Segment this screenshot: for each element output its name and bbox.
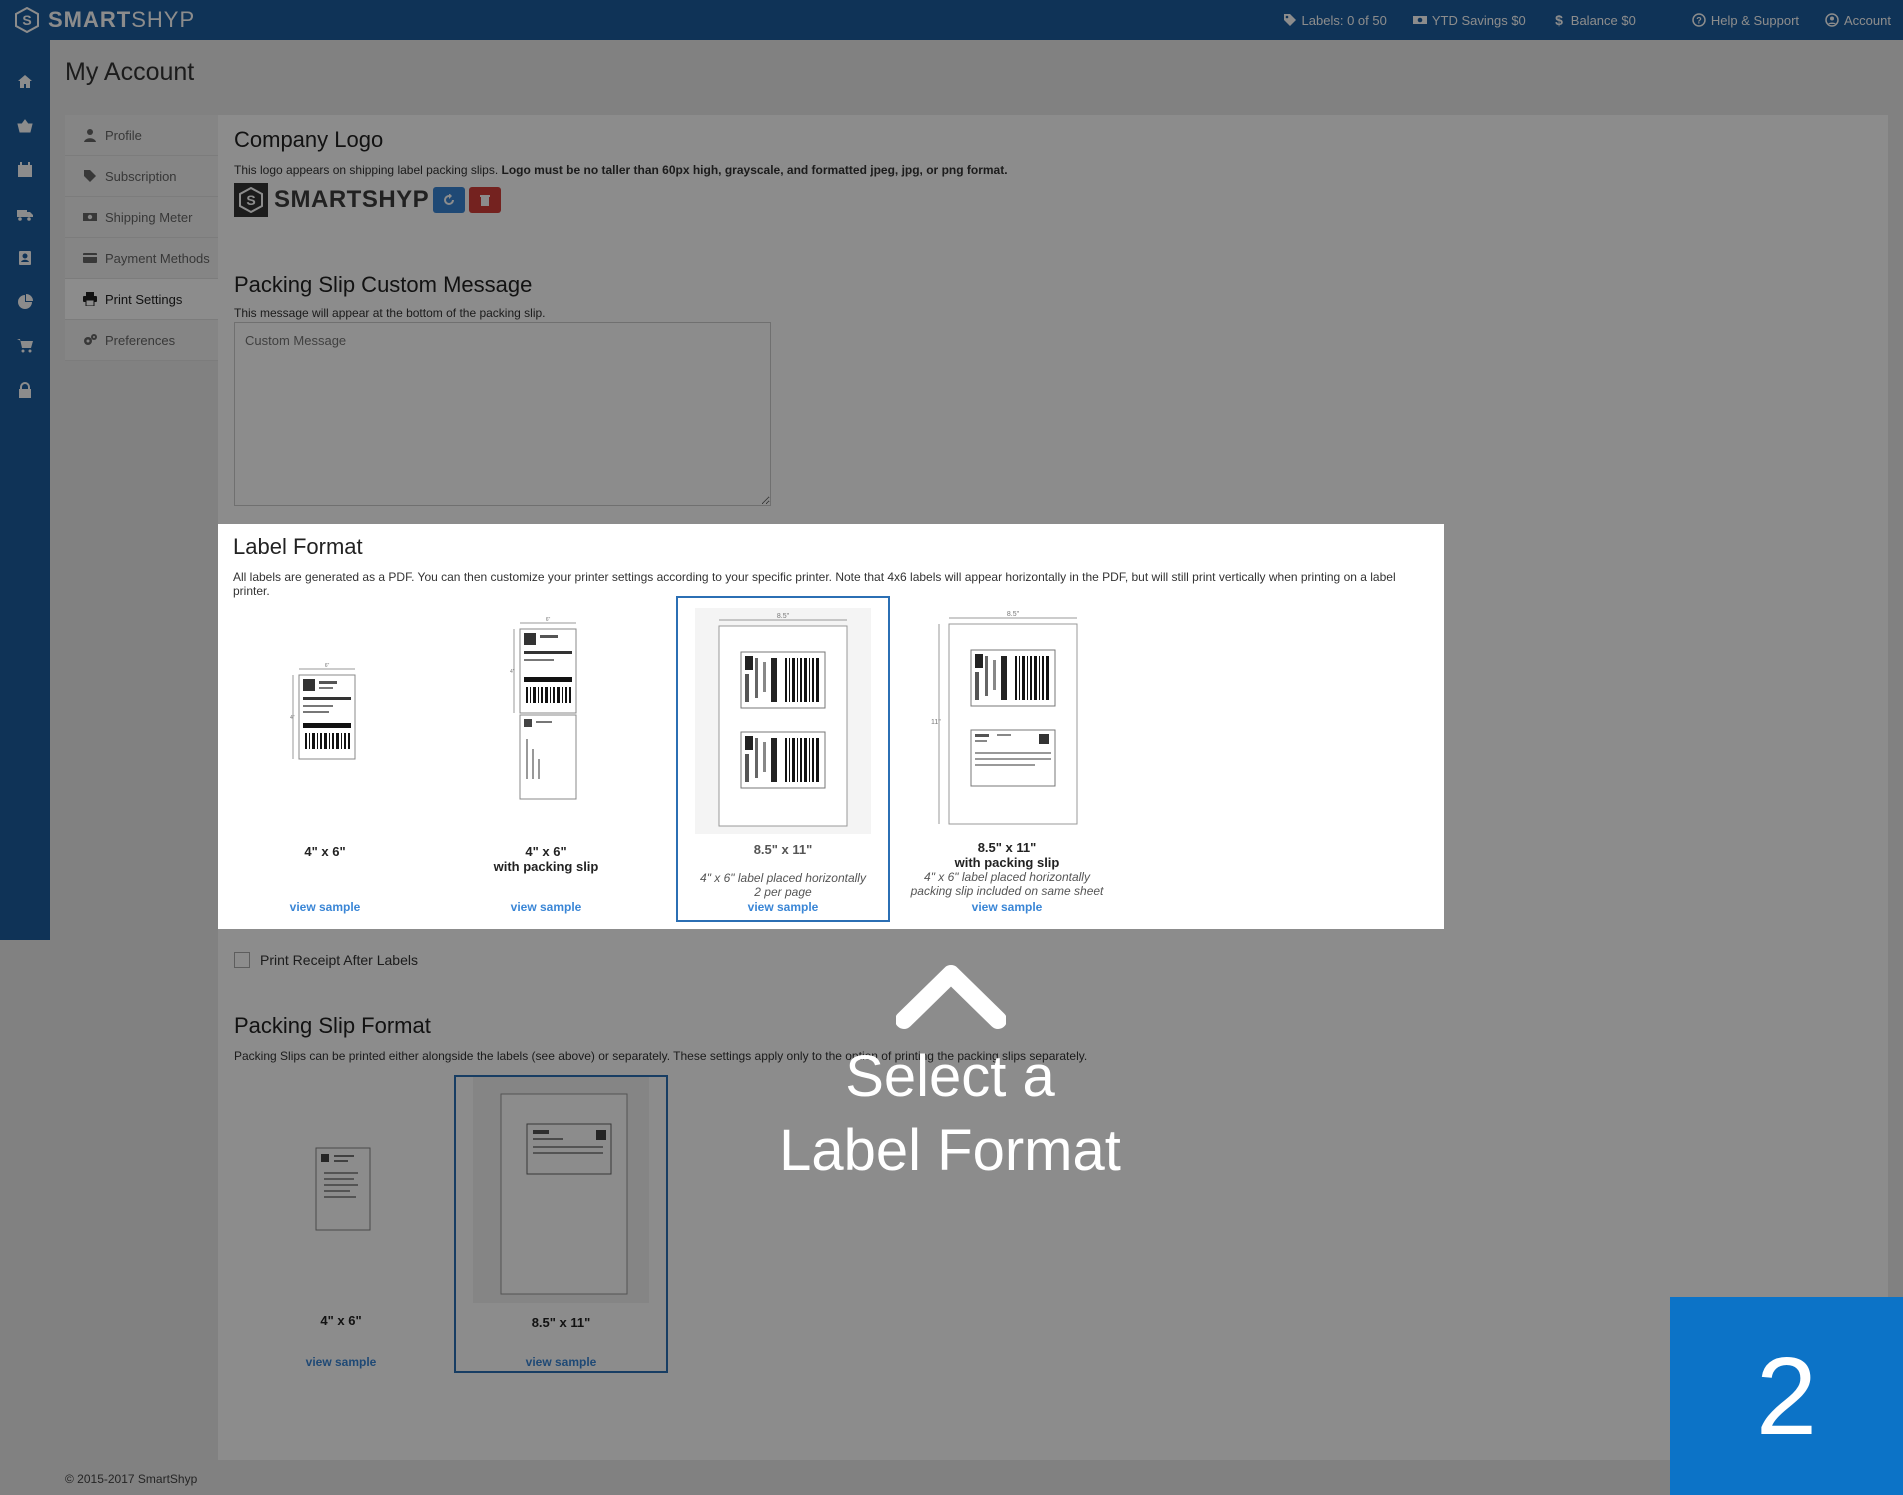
contacts-icon <box>19 251 31 265</box>
question-circle-icon: ? <box>1692 13 1706 27</box>
top-right-menu: Labels: 0 of 50 YTD Savings $0 $ Balance… <box>1283 0 1891 40</box>
help-support-link[interactable]: ? Help & Support <box>1692 13 1799 28</box>
packing-slip-8x11-thumbnail <box>473 1077 649 1303</box>
cart-icon <box>17 339 33 353</box>
ytd-savings[interactable]: YTD Savings $0 <box>1412 13 1526 28</box>
nav-item-profile[interactable]: Profile <box>65 115 218 156</box>
label-format-option-8x11-packing-slip[interactable]: 8.5" 11" 8.5" x 11" with packing slip 4" … <box>900 596 1114 922</box>
account-nav: Profile Subscription Shipping Meter Paym… <box>65 115 218 361</box>
step-number-badge: 2 <box>1670 1297 1903 1495</box>
money-icon <box>83 213 97 221</box>
money-icon <box>1412 16 1427 24</box>
label-4x6-packing-thumbnail: 6" 4" <box>458 596 634 822</box>
label-8x11-thumbnail: 8.5" <box>695 608 871 834</box>
label-format-option-4x6[interactable]: 6" 4" 4" x 6" view sample <box>218 596 432 922</box>
left-sidebar <box>0 40 50 940</box>
tag-icon <box>84 170 96 182</box>
packing-slip-4x6-thumbnail <box>253 1075 429 1301</box>
svg-text:$: $ <box>1555 13 1563 27</box>
packing-slip-option-4x6[interactable]: 4" x 6" view sample <box>234 1075 448 1373</box>
delete-logo-button[interactable] <box>469 187 502 213</box>
replace-logo-button[interactable] <box>433 187 466 213</box>
company-logo-title: Company Logo <box>234 127 384 152</box>
svg-text:6": 6" <box>546 617 551 623</box>
account-menu[interactable]: Account <box>1825 13 1891 28</box>
calendar-icon <box>18 162 32 177</box>
logo-mark: S <box>234 183 268 217</box>
sidebar-calendar[interactable] <box>0 148 50 192</box>
top-bar: S SMARTSHYP Labels: 0 of 50 YTD Savings … <box>0 0 1903 40</box>
packing-slip-format-title: Packing Slip Format <box>234 1013 431 1038</box>
page-title: My Account <box>65 58 195 86</box>
view-sample-link[interactable]: view sample <box>234 1355 448 1369</box>
print-receipt-option[interactable]: Print Receipt After Labels <box>234 952 418 968</box>
nav-item-subscription[interactable]: Subscription <box>65 156 218 197</box>
svg-text:4": 4" <box>510 669 515 675</box>
footer-copyright: © 2015-2017 SmartShyp <box>65 1472 198 1486</box>
sidebar-home[interactable] <box>0 60 50 104</box>
view-sample-link[interactable]: view sample <box>456 1355 666 1369</box>
home-icon <box>18 75 32 88</box>
label-format-option-8x11[interactable]: 8.5" 8.5" x 11" 4" x 6" label placed hor… <box>676 596 890 922</box>
label-format-help: All labels are generated as a PDF. You c… <box>233 570 1396 598</box>
label-format-option-4x6-packing-slip[interactable]: 6" 4" 4" x 6" with packing slip view samp… <box>439 596 653 922</box>
sidebar-reports[interactable] <box>0 280 50 324</box>
gears-icon <box>84 334 97 345</box>
label-format-title: Label Format <box>233 534 363 559</box>
refresh-icon <box>444 194 455 205</box>
pie-chart-icon <box>18 294 33 309</box>
custom-message-textarea[interactable] <box>234 322 771 506</box>
svg-text:8.5": 8.5" <box>777 613 790 620</box>
labels-count[interactable]: Labels: 0 of 50 <box>1283 13 1387 28</box>
sidebar-orders[interactable] <box>0 324 50 368</box>
tag-icon <box>1283 14 1296 26</box>
svg-text:S: S <box>246 192 255 208</box>
basket-icon <box>17 119 33 133</box>
chevron-up-icon <box>896 965 1006 1029</box>
view-sample-link[interactable]: view sample <box>439 900 653 914</box>
svg-text:6": 6" <box>325 663 330 669</box>
user-icon <box>84 129 96 142</box>
lock-icon <box>19 382 31 398</box>
sidebar-security[interactable] <box>0 368 50 412</box>
sidebar-shipping[interactable] <box>0 192 50 236</box>
nav-item-print-settings[interactable]: Print Settings <box>65 279 218 320</box>
sidebar-contacts[interactable] <box>0 236 50 280</box>
packing-message-help: This message will appear at the bottom o… <box>234 306 546 320</box>
label-8x11-packing-thumbnail: 8.5" 11" <box>919 606 1095 832</box>
view-sample-link[interactable]: view sample <box>218 900 432 914</box>
sidebar-store[interactable] <box>0 104 50 148</box>
balance[interactable]: $ Balance $0 <box>1552 13 1636 28</box>
label-format-section: Label Format All labels are generated as… <box>218 524 1444 929</box>
brand-name: SMARTSHYP <box>48 7 196 32</box>
packing-slip-option-8x11[interactable]: 8.5" x 11" view sample <box>454 1075 668 1373</box>
user-circle-icon <box>1825 13 1839 27</box>
svg-text:11": 11" <box>931 719 941 726</box>
packing-message-title: Packing Slip Custom Message <box>234 272 533 297</box>
svg-text:4": 4" <box>290 715 295 721</box>
logo-row: S SMARTSHYP <box>234 183 502 217</box>
svg-text:S: S <box>22 12 31 28</box>
truck-icon <box>17 210 33 221</box>
company-logo-image: S SMARTSHYP <box>234 183 429 217</box>
label-4x6-thumbnail: 6" 4" <box>237 596 413 822</box>
company-logo-help: This logo appears on shipping label pack… <box>234 163 1008 177</box>
trash-icon <box>480 195 491 206</box>
tutorial-instruction: Select a Label Format <box>779 1044 1121 1183</box>
view-sample-link[interactable]: view sample <box>900 900 1114 914</box>
nav-item-shipping-meter[interactable]: Shipping Meter <box>65 197 218 238</box>
brand[interactable]: S SMARTSHYP <box>0 7 195 33</box>
view-sample-link[interactable]: view sample <box>678 900 888 914</box>
print-receipt-checkbox[interactable] <box>234 952 250 968</box>
nav-item-payment-methods[interactable]: Payment Methods <box>65 238 218 279</box>
print-icon <box>83 292 97 306</box>
smartshyp-logo-icon: S <box>239 187 263 213</box>
smartshyp-logo-icon: S <box>15 7 39 33</box>
credit-card-icon <box>83 253 97 263</box>
nav-item-preferences[interactable]: Preferences <box>65 320 218 361</box>
svg-text:?: ? <box>1696 16 1702 26</box>
svg-text:8.5": 8.5" <box>1007 611 1020 618</box>
dollar-icon: $ <box>1555 13 1563 27</box>
